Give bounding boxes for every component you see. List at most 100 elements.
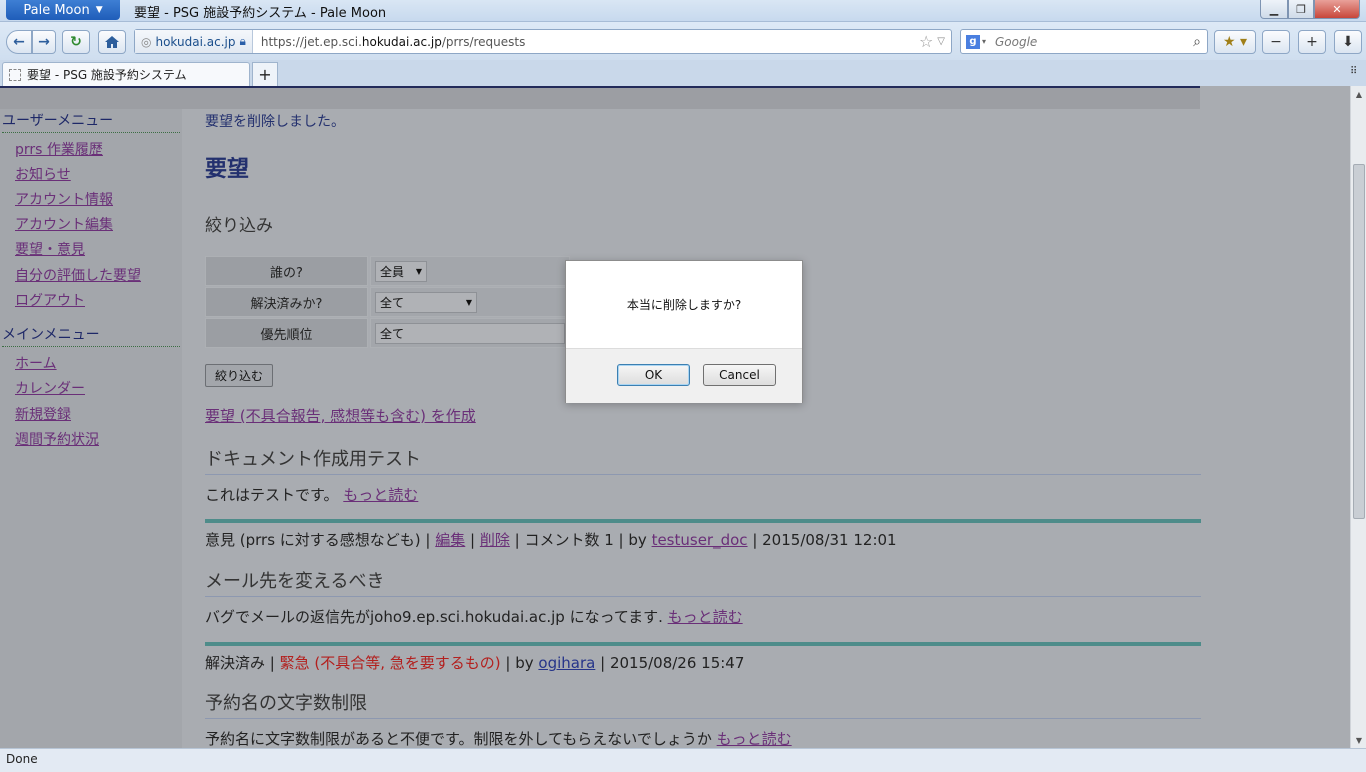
whose-select[interactable]: 全員 ▼ — [375, 261, 427, 282]
author-link[interactable]: ogihara — [538, 654, 595, 672]
tab-label: 要望 - PSG 施設予約システム — [27, 68, 187, 82]
maximize-button[interactable]: ❐ — [1288, 0, 1314, 19]
post-body-text: これはテストです。 — [205, 486, 339, 504]
filter-cell: 全員 ▼ — [370, 256, 570, 286]
search-bar[interactable]: g ▾ Google ⌕ — [960, 29, 1208, 54]
create-request-link[interactable]: 要望 (不具合報告, 感想等も含む) を作成 — [205, 405, 476, 426]
post-body: バグでメールの返信先がjoho9.ep.sci.hokudai.ac.jp にな… — [205, 606, 743, 627]
site-header — [0, 86, 1200, 109]
post-meta: 解決済み | 緊急 (不具合等, 急を要するもの) | by ogihara |… — [205, 642, 1201, 673]
lock-icon: 🔒︎ — [239, 34, 246, 48]
sidebar-item-calendar[interactable]: カレンダー — [15, 378, 85, 398]
post-date: 2015/08/31 12:01 — [762, 531, 897, 549]
filter-row-resolved: 解決済みか? 全て ▼ — [205, 287, 575, 317]
sidebar-item-requests[interactable]: 要望・意見 — [15, 239, 85, 259]
sidebar-item-account-edit[interactable]: アカウント編集 — [15, 214, 113, 234]
chevron-down-icon: ▼ — [95, 5, 103, 15]
bookmarks-icon: ★ ▾ — [1222, 34, 1248, 50]
home-icon — [105, 36, 119, 48]
tab-bar: 要望 - PSG 施設予約システム + ⠿ — [0, 60, 1366, 86]
globe-icon: ◎ — [141, 34, 152, 49]
sidebar-item-news[interactable]: お知らせ — [15, 164, 71, 184]
filter-cell: 全て — [370, 318, 570, 348]
filter-row-priority: 優先順位 全て — [205, 318, 575, 348]
priority-select[interactable]: 全て — [375, 323, 565, 344]
read-more-link[interactable]: もっと読む — [343, 486, 418, 504]
search-input[interactable]: Google — [991, 35, 1193, 49]
identity-domain: hokudai.ac.jp — [155, 34, 236, 49]
vertical-scrollbar[interactable]: ▲ ▼ — [1350, 86, 1366, 748]
delete-link[interactable]: 削除 — [480, 531, 510, 549]
filter-label: 誰の? — [205, 256, 368, 286]
filter-heading: 絞り込み — [205, 216, 273, 236]
dropdown-arrow-icon: ▼ — [465, 298, 472, 307]
sidebar-item-history[interactable]: prrs 作業履歴 — [15, 139, 103, 159]
google-icon: g — [965, 34, 980, 49]
confirm-dialog: 本当に削除しますか? OK Cancel — [565, 260, 803, 403]
author-link[interactable]: testuser_doc — [652, 531, 748, 549]
post-body-text: 予約名に文字数制限があると不便です。制限を外してもらえないでしょうか — [205, 730, 712, 748]
main-menu-heading: メインメニュー — [2, 324, 180, 347]
search-engine-button[interactable]: g ▾ — [961, 30, 991, 53]
app-menu-button[interactable]: Pale Moon ▼ — [6, 0, 120, 20]
scroll-down-icon[interactable]: ▼ — [1351, 732, 1366, 748]
read-more-link[interactable]: もっと読む — [717, 730, 792, 748]
home-button[interactable] — [98, 30, 126, 54]
back-button[interactable]: ← — [6, 30, 32, 54]
sidebar-item-my-rated-requests[interactable]: 自分の評価した要望 — [15, 265, 141, 285]
address-bar[interactable]: ◎ hokudai.ac.jp 🔒︎ https://jet.ep.sci.ho… — [134, 29, 952, 54]
site-identity-button[interactable]: ◎ hokudai.ac.jp 🔒︎ — [135, 30, 253, 53]
post-body: 予約名に文字数制限があると不便です。制限を外してもらえないでしょうか もっと読む — [205, 728, 792, 748]
download-arrow-icon: ⬇ — [1342, 34, 1354, 50]
cancel-button[interactable]: Cancel — [703, 364, 776, 386]
edit-link[interactable]: 編集 — [435, 531, 465, 549]
sidebar-item-account-info[interactable]: アカウント情報 — [15, 189, 113, 209]
user-menu-heading: ユーザーメニュー — [2, 110, 180, 133]
status-badge: 解決済み — [205, 654, 266, 672]
sidebar-item-home[interactable]: ホーム — [15, 353, 57, 373]
plus-icon: + — [1306, 34, 1318, 50]
whose-select-value: 全員 — [380, 265, 405, 279]
navigation-toolbar: ← → ↻ ◎ hokudai.ac.jp 🔒︎ https://jet.ep.… — [0, 22, 1366, 60]
search-icon[interactable]: ⌕ — [1193, 34, 1207, 50]
history-dropdown-icon[interactable]: ▽ — [937, 36, 951, 47]
filter-label: 解決済みか? — [205, 287, 368, 317]
forward-button[interactable]: → — [32, 30, 56, 54]
window-title-bar: Pale Moon ▼ 要望 - PSG 施設予約システム - Pale Moo… — [0, 0, 1366, 22]
page-title: 要望 — [205, 157, 250, 182]
new-tab-button[interactable]: + — [252, 62, 278, 86]
bookmarks-button[interactable]: ★ ▾ — [1214, 30, 1256, 54]
by-label: by — [515, 654, 534, 672]
zoom-in-button[interactable]: + — [1298, 30, 1326, 54]
tab-requests[interactable]: 要望 - PSG 施設予約システム — [2, 62, 250, 86]
url-host: hokudai.ac.jp — [361, 34, 442, 49]
filter-cell: 全て ▼ — [370, 287, 570, 317]
post-category: 意見 (prrs に対する感想なども) — [205, 531, 421, 549]
reload-button[interactable]: ↻ — [62, 30, 90, 54]
filter-row-whose: 誰の? 全員 ▼ — [205, 256, 575, 286]
read-more-link[interactable]: もっと読む — [668, 608, 743, 626]
priority-label: 緊急 (不具合等, 急を要するもの) — [279, 654, 501, 672]
sidebar-item-weekly-status[interactable]: 週間予約状況 — [15, 429, 99, 449]
app-menu-label: Pale Moon — [23, 2, 90, 18]
sidebar-item-logout[interactable]: ログアウト — [15, 290, 85, 310]
priority-select-value: 全て — [380, 327, 405, 341]
scrollbar-thumb[interactable] — [1353, 164, 1365, 519]
ok-button[interactable]: OK — [617, 364, 690, 386]
bookmark-star-icon[interactable]: ☆ — [919, 32, 937, 51]
filter-submit-button[interactable]: 絞り込む — [205, 364, 273, 387]
url-text[interactable]: https://jet.ep.sci.hokudai.ac.jp/prrs/re… — [253, 35, 919, 49]
post-meta: 意見 (prrs に対する感想なども) | 編集 | 削除 | コメント数 1 … — [205, 519, 1201, 550]
sidebar-item-new-registration[interactable]: 新規登録 — [15, 404, 71, 424]
zoom-out-button[interactable]: − — [1262, 30, 1290, 54]
post-body-text: バグでメールの返信先がjoho9.ep.sci.hokudai.ac.jp にな… — [205, 608, 663, 626]
dropdown-arrow-icon: ▼ — [415, 267, 422, 276]
minimize-button[interactable]: ▁ — [1260, 0, 1288, 19]
downloads-button[interactable]: ⬇ — [1334, 30, 1362, 54]
resolved-select[interactable]: 全て ▼ — [375, 292, 477, 313]
close-button[interactable]: ✕ — [1314, 0, 1360, 19]
arrow-left-icon: ← — [13, 34, 25, 50]
tab-list-icon[interactable]: ⠿ — [1350, 66, 1357, 77]
minus-icon: − — [1270, 34, 1282, 50]
scroll-up-icon[interactable]: ▲ — [1351, 86, 1366, 102]
